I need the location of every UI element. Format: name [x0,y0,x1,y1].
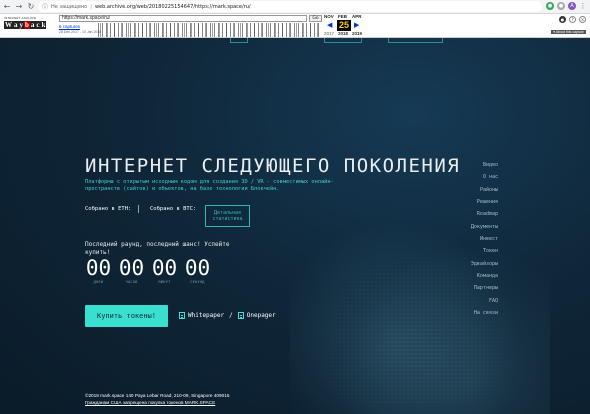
nav-item-invest[interactable]: Инвест [480,233,498,245]
browser-toolbar: ← → ↻ ⓘ Не защищено | web.archive.org/we… [0,0,590,14]
extension-icon[interactable]: ● [557,2,565,10]
user-icon[interactable]: ● [559,16,566,23]
countdown-label: ЧАСОВ [125,280,138,284]
address-bar[interactable]: ⓘ Не защищено | web.archive.org/web/2018… [38,1,542,12]
collected-btc: Собрано в BTC: [150,206,197,212]
document-icon [179,312,185,319]
countdown-value: 00 [151,256,178,280]
countdown-value: 00 [85,256,112,280]
address-url: web.archive.org/web/20180225154647/https… [94,3,251,10]
next-capture-icon[interactable]: ▶ [354,21,359,29]
info-icon[interactable]: ⓘ [42,2,48,11]
forward-icon[interactable]: → [14,1,24,13]
nav-item-advisors[interactable]: Эдвайзоры [471,258,498,270]
nav-item-faq[interactable]: FAQ [489,295,498,307]
detailed-stats-button[interactable]: Детальная статистика [205,205,250,227]
nav-item-roadmap[interactable]: Roadmap [477,208,498,220]
back-icon[interactable]: ← [2,1,12,13]
countdown-label: МИНУТ [158,280,171,284]
wayback-go-button[interactable]: Go [309,15,322,22]
wayback-logo[interactable]: INTERNET ARCHIVE Wayback [4,16,48,34]
logo-letter: k [40,21,47,29]
capture-range: 28 Dec 2017 - 10 Jan 2018 [59,30,102,34]
nav-item-team[interactable]: Команда [477,270,498,282]
countdown-minutes: 00 МИНУТ [151,257,178,284]
countdown-label: ДНЕЙ [93,280,104,284]
nav-item-video[interactable]: Видео [483,159,498,171]
countdown-label: СЕКУНД [190,280,205,284]
profile-avatar[interactable]: A [568,2,576,10]
about-capture-link[interactable]: ▾ About this capture [551,30,586,34]
page-content: ИНТЕРНЕТ СЛЕДУЮЩЕГО ПОКОЛЕНИЯ Платформа … [0,38,590,414]
capture-histogram-overlay [98,23,320,37]
side-navigation: Видео О нас Районы Решения Roadmap Докум… [438,159,498,319]
buy-tokens-button[interactable]: Купить токены! [85,305,168,327]
omnibox-separator: | [90,3,92,10]
countdown-hours: 00 ЧАСОВ [118,257,145,284]
last-round-text: Последний раунд, последний шанс! Успейте… [85,241,230,256]
current-month: FEB [338,14,347,19]
prev-capture-icon[interactable]: ◀ [327,21,332,29]
link-separator: / [229,312,233,319]
countdown-value: 00 [118,256,145,280]
reload-icon[interactable]: ↻ [26,1,36,13]
header-box [388,38,443,43]
current-year: 2018 [338,31,349,36]
calendar-nav: NOV FEB APR ◀ 25 ▶ 2017 2018 2019 [324,14,364,38]
collected-eth: Собрано в ETH: [85,206,132,212]
captures-link[interactable]: 6 captures [59,24,80,29]
countdown-seconds: 00 СЕКУНД [184,257,211,284]
whitepaper-link[interactable]: Whitepaper [188,312,224,319]
nav-item-solutions[interactable]: Решения [477,196,498,208]
logo-letter: W [4,21,13,29]
nav-item-contact[interactable]: На связи [474,307,498,319]
extension-icon[interactable]: ● [546,2,554,10]
wayback-toolbar: INTERNET ARCHIVE Wayback https://mark.sp… [0,14,590,38]
prev-year[interactable]: 2017 [324,31,334,36]
logo-internet-archive: INTERNET ARCHIVE [4,16,37,20]
nav-item-documents[interactable]: Документы [471,221,498,233]
nav-item-about[interactable]: О нас [483,171,498,183]
divider [138,205,139,213]
footer-us-notice-link[interactable]: Гражданам США запрещена покупка токенов … [85,400,215,405]
header-box [230,38,248,43]
wayback-url-input[interactable]: https://mark.space/ru/ [59,15,307,22]
header-box [324,38,362,43]
countdown-timer: 00 ДНЕЙ 00 ЧАСОВ 00 МИНУТ 00 СЕКУНД [85,257,211,284]
countdown-value: 00 [184,256,211,280]
document-links: Whitepaper / Onepager [179,312,276,319]
logo-wayback: Wayback [4,21,48,29]
next-month[interactable]: APR [352,14,362,19]
prev-month[interactable]: NOV [324,14,334,19]
footer-address: ©2018 mark.space 140 Paya Lebar Road, 21… [85,393,230,398]
page-title: ИНТЕРНЕТ СЛЕДУЮЩЕГО ПОКОЛЕНИЯ [85,155,461,177]
help-icon[interactable]: ? [569,16,576,23]
header-strip [85,38,505,44]
next-year[interactable]: 2019 [352,31,362,36]
menu-icon[interactable]: ⋮ [579,2,587,10]
nav-item-partners[interactable]: Партнеры [474,282,498,294]
nav-item-token[interactable]: Токен [483,245,498,257]
current-day: 25 [337,20,351,31]
page-subtitle: Платформа с открытым исходным кодом для … [85,179,334,192]
particle-field [330,224,530,404]
document-icon [237,312,244,319]
onepager-link[interactable]: Onepager [247,312,276,319]
close-icon[interactable]: × [579,16,586,23]
countdown-days: 00 ДНЕЙ [85,257,112,284]
nav-item-districts[interactable]: Районы [480,184,498,196]
security-label: Не защищено [51,3,88,10]
